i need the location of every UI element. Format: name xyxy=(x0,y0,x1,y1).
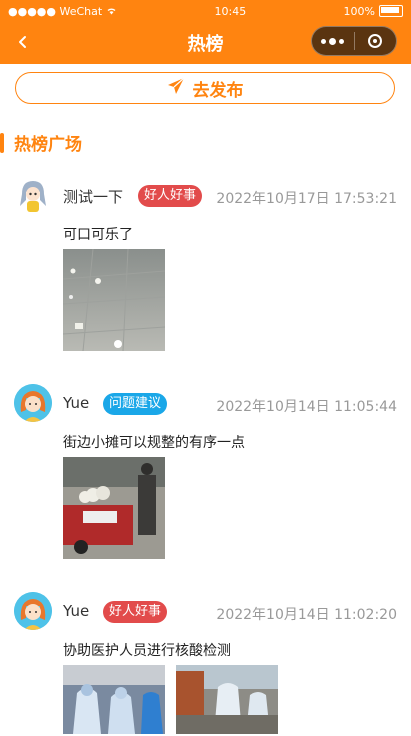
avatar[interactable] xyxy=(14,384,52,422)
publish-button[interactable]: 去发布 xyxy=(15,72,395,104)
post-image[interactable] xyxy=(63,457,165,559)
post-image[interactable] xyxy=(63,665,165,734)
nav-bar: 热榜 xyxy=(0,22,411,64)
post-content: 可口可乐了 xyxy=(63,227,133,243)
section-title: 热榜广场 xyxy=(14,135,82,155)
battery-icon xyxy=(378,5,403,17)
status-time: 10:45 xyxy=(214,4,247,18)
category-tag: 好人好事 xyxy=(103,601,168,623)
section-header: 热榜广场 xyxy=(0,130,82,155)
post-item[interactable]: Yue 问题建议 2022年10月14日 11:05:44 街边小摊可以规整的有… xyxy=(0,378,411,568)
back-icon[interactable] xyxy=(14,32,34,52)
page-title: 热榜 xyxy=(187,34,224,55)
post-image[interactable] xyxy=(63,249,165,351)
publish-label: 去发布 xyxy=(192,80,244,101)
battery-percent: 100% xyxy=(343,4,375,18)
post-username[interactable]: Yue xyxy=(63,602,89,620)
post-item[interactable]: Yue 好人好事 2022年10月14日 11:02:20 协助医护人员进行核酸… xyxy=(0,586,411,736)
post-image[interactable] xyxy=(176,665,278,734)
category-tag: 问题建议 xyxy=(103,393,168,415)
status-bar: ●●●●● WeChat 10:45 100% xyxy=(0,0,411,22)
close-icon[interactable] xyxy=(355,34,397,48)
post-time: 2022年10月14日 11:05:44 xyxy=(216,399,397,415)
post-time: 2022年10月17日 17:53:21 xyxy=(216,191,397,207)
category-tag: 好人好事 xyxy=(138,185,203,207)
post-username[interactable]: 测试一下 xyxy=(63,186,123,207)
avatar[interactable] xyxy=(14,176,52,214)
section-accent-bar xyxy=(0,132,4,153)
carrier-signal: ●●●●● WeChat xyxy=(8,4,103,18)
post-content: 街边小摊可以规整的有序一点 xyxy=(63,435,245,451)
post-content: 协助医护人员进行核酸检测 xyxy=(63,643,231,659)
send-icon xyxy=(167,77,185,100)
wifi-icon xyxy=(106,5,117,18)
more-icon[interactable] xyxy=(312,37,354,45)
post-item[interactable]: 测试一下 好人好事 2022年10月17日 17:53:21 可口可乐了 xyxy=(0,170,411,360)
post-username[interactable]: Yue xyxy=(63,394,89,412)
post-time: 2022年10月14日 11:02:20 xyxy=(216,607,397,623)
mini-program-capsule xyxy=(311,26,397,56)
avatar[interactable] xyxy=(14,592,52,630)
